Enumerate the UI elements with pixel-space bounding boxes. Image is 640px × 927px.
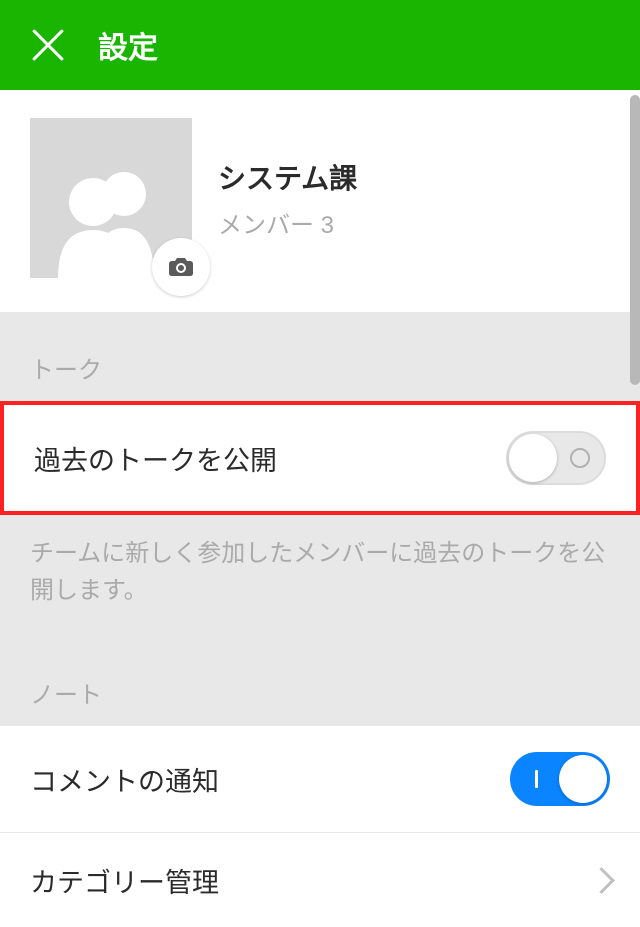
chevron-right-icon xyxy=(592,865,610,895)
group-name: システム課 xyxy=(218,157,610,197)
toggle-off-indicator-icon xyxy=(570,448,590,468)
expose-past-description: チームに新しく参加したメンバーに過去のトークを公開します。 xyxy=(0,515,640,637)
page-title: 設定 xyxy=(98,23,158,67)
camera-icon xyxy=(168,256,194,278)
row-expose-past-talk[interactable]: 過去のトークを公開 xyxy=(0,401,640,515)
row-category-manage[interactable]: カテゴリー管理 xyxy=(0,833,640,927)
change-photo-button[interactable] xyxy=(152,238,210,296)
scrollbar[interactable] xyxy=(630,95,640,385)
row-label: コメントの通知 xyxy=(30,760,219,799)
toggle-on-indicator-icon xyxy=(535,770,538,788)
row-comment-notify[interactable]: コメントの通知 xyxy=(0,726,640,832)
toggle-comment-notify[interactable] xyxy=(510,752,610,806)
profile-text: システム課 メンバー 3 xyxy=(218,157,610,240)
member-count: メンバー 3 xyxy=(218,205,610,240)
row-label: 過去のトークを公開 xyxy=(34,439,277,478)
header: 設定 xyxy=(0,0,640,90)
group-avatar xyxy=(30,118,192,278)
row-label: カテゴリー管理 xyxy=(30,861,219,900)
toggle-knob xyxy=(509,434,557,482)
profile-section: システム課 メンバー 3 xyxy=(0,90,640,312)
close-icon[interactable] xyxy=(30,27,66,63)
section-label-talk: トーク xyxy=(0,312,640,401)
section-label-note: ノート xyxy=(0,637,640,726)
toggle-knob xyxy=(559,755,607,803)
toggle-expose-past-talk[interactable] xyxy=(506,431,606,485)
